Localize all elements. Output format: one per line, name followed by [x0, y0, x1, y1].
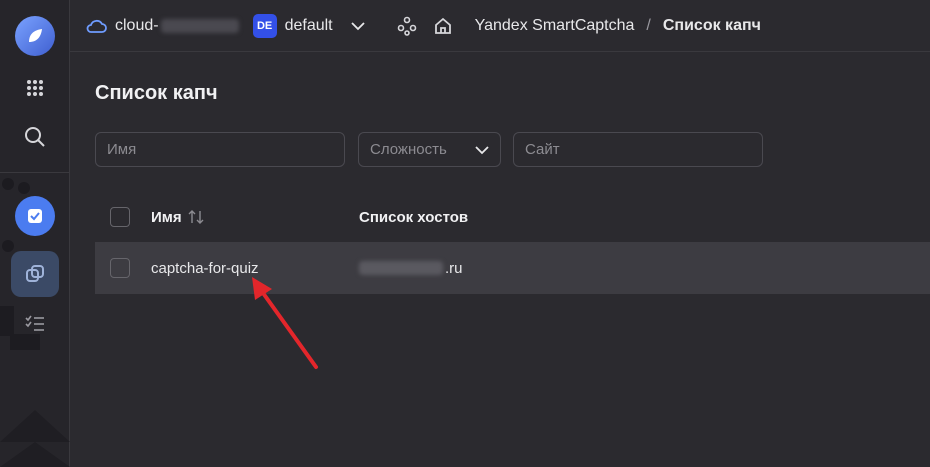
host-suffix: .ru: [445, 259, 463, 277]
services-grid-button[interactable]: [15, 68, 55, 108]
cloud-name: cloud-: [115, 16, 159, 34]
sort-icon: [188, 210, 204, 224]
site-filter-input[interactable]: [525, 141, 751, 158]
select-all-checkbox[interactable]: [110, 207, 130, 227]
checkbox-check-icon: [28, 209, 42, 223]
breadcrumb: Yandex SmartCaptcha / Список капч: [475, 17, 761, 35]
folder-badge: DE: [252, 13, 277, 38]
home-button[interactable]: [433, 16, 453, 36]
cloud-icon: [86, 19, 107, 33]
table-row[interactable]: captcha-for-quiz .ru: [95, 242, 930, 294]
leaf-icon: [29, 29, 42, 42]
sidebar-item-captcha-list[interactable]: [11, 251, 59, 297]
cloud-switcher[interactable]: cloud-: [85, 17, 239, 35]
chevron-down-icon: [475, 145, 489, 154]
cloud-name-redacted: [160, 18, 239, 33]
breadcrumb-service[interactable]: Yandex SmartCaptcha: [475, 17, 635, 35]
breadcrumb-current: Список капч: [662, 16, 761, 34]
top-bar: cloud- DE default Yandex SmartCaptcha / …: [70, 0, 930, 52]
page-title: Список капч: [95, 82, 218, 104]
captcha-hosts: .ru: [359, 260, 463, 277]
decor-dot: [18, 182, 30, 194]
difficulty-select-label: Сложность: [370, 141, 447, 158]
difficulty-select[interactable]: Сложность: [358, 132, 501, 167]
chevron-down-icon: [350, 21, 365, 30]
name-filter-input[interactable]: [107, 141, 333, 158]
search-icon: [25, 127, 45, 147]
search-button[interactable]: [15, 117, 55, 157]
table-header: Имя Список хостов: [95, 192, 930, 242]
name-filter-field[interactable]: [95, 132, 345, 167]
captcha-name-link[interactable]: captcha-for-quiz: [151, 260, 259, 277]
grid-icon: [27, 80, 43, 96]
column-header-name[interactable]: Имя: [151, 209, 204, 226]
column-header-hosts: Список хостов: [359, 209, 468, 226]
yandex-cloud-logo[interactable]: [15, 16, 55, 56]
nodes-icon: [397, 16, 416, 36]
row-checkbox[interactable]: [110, 258, 130, 278]
decor-block: [0, 306, 14, 336]
decor-shape: [0, 410, 70, 467]
home-icon: [434, 17, 451, 34]
decor-dot: [2, 240, 14, 252]
decor-block: [10, 334, 40, 350]
folder-switcher[interactable]: DE default: [252, 13, 365, 38]
decor-dot: [2, 178, 14, 190]
breadcrumb-separator: /: [646, 16, 651, 34]
sidebar: [0, 0, 70, 467]
site-filter-field[interactable]: [513, 132, 763, 167]
column-header-name-label: Имя: [151, 208, 182, 226]
host-redacted: [359, 261, 443, 275]
smartcaptcha-service-button[interactable]: [15, 196, 55, 236]
checklist-icon: [25, 315, 44, 331]
main-content: Список капч Сложность Имя Список хостов: [70, 52, 930, 467]
folder-name: default: [284, 16, 333, 34]
integrations-button[interactable]: [397, 16, 417, 36]
captcha-list-icon: [26, 265, 44, 282]
column-header-hosts-label: Список хостов: [359, 208, 469, 226]
sidebar-divider: [0, 172, 70, 173]
